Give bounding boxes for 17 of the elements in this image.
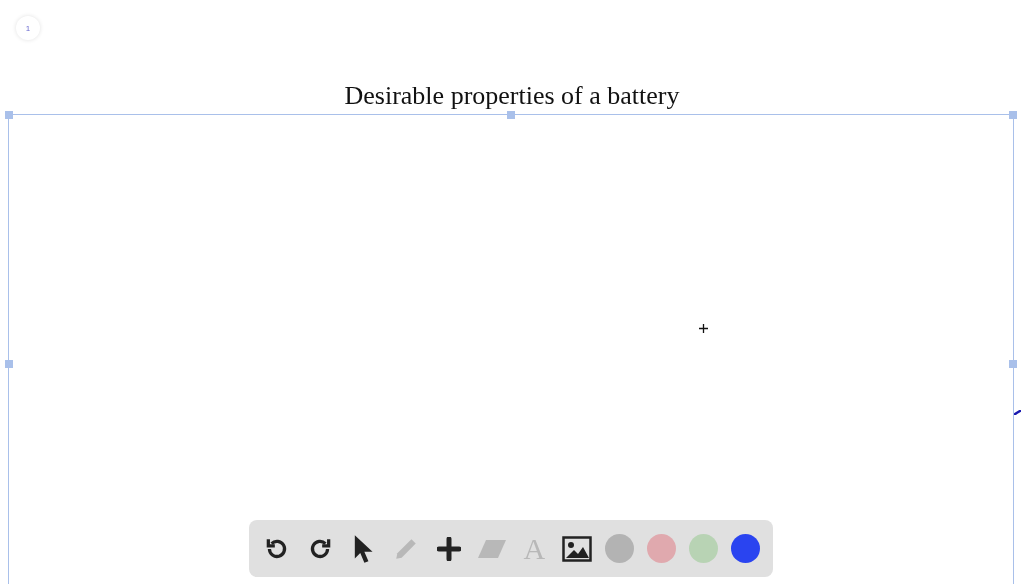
ink-stroke xyxy=(1014,410,1021,415)
resize-handle[interactable] xyxy=(5,111,13,119)
resize-handle[interactable] xyxy=(507,111,515,119)
resize-handle[interactable] xyxy=(1009,111,1017,119)
resize-handle[interactable] xyxy=(5,359,13,368)
crosshair-icon xyxy=(699,324,708,333)
image-tool-button[interactable] xyxy=(562,533,593,564)
page-number: 1 xyxy=(16,16,40,40)
color-swatch[interactable] xyxy=(605,534,635,563)
plus-icon xyxy=(436,536,461,561)
color-swatch[interactable] xyxy=(647,534,677,563)
color-swatch[interactable] xyxy=(730,534,760,563)
color-swatch[interactable] xyxy=(689,534,719,563)
resize-handle[interactable] xyxy=(1009,359,1017,368)
slide-title: Desirable properties of a battery xyxy=(344,80,680,112)
eraser-icon xyxy=(476,537,507,560)
image-icon xyxy=(562,535,593,562)
